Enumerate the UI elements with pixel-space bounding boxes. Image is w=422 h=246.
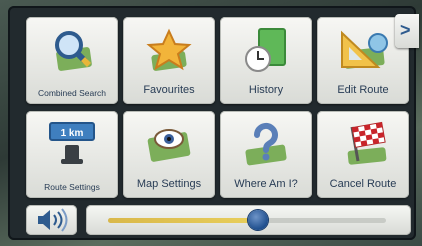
route-settings-icon: 1 km (49, 122, 95, 164)
question-map-icon (245, 122, 287, 166)
history-label: History (248, 84, 284, 96)
combined-search-button[interactable]: Combined Search (26, 17, 118, 104)
route-ruler-icon (341, 30, 388, 69)
history-button[interactable]: History (220, 17, 312, 104)
cancel-route-button[interactable]: Cancel Route (317, 111, 409, 198)
favourites-label: Favourites (143, 84, 195, 96)
cancel-route-label: Cancel Route (329, 178, 397, 190)
favourites-button[interactable]: Favourites (123, 17, 215, 104)
where-am-i-label: Where Am I? (234, 178, 298, 190)
volume-track-fill (108, 218, 259, 223)
speaker-icon (38, 208, 68, 232)
next-page-button[interactable]: > (395, 14, 419, 48)
route-badge-text: 1 km (61, 128, 84, 139)
map-settings-button[interactable]: Map Settings (123, 111, 215, 198)
map-eye-icon (147, 129, 191, 162)
where-am-i-button[interactable]: Where Am I? (220, 111, 312, 198)
checkered-flag-icon (347, 121, 387, 165)
volume-track[interactable] (108, 210, 386, 230)
clock-document-icon (245, 28, 286, 72)
chevron-right-icon: > (400, 20, 411, 40)
star-icon (146, 28, 192, 71)
route-settings-label: Route Settings (44, 182, 100, 192)
volume-slider[interactable] (86, 205, 411, 235)
route-settings-button[interactable]: 1 km Route Settings (26, 111, 118, 198)
map-settings-label: Map Settings (136, 178, 202, 190)
edit-route-label: Edit Route (337, 84, 389, 96)
volume-slider-thumb[interactable] (248, 210, 269, 230)
magnifier-map-icon (55, 31, 92, 71)
combined-search-label: Combined Search (37, 88, 107, 98)
mute-button[interactable] (26, 205, 77, 235)
